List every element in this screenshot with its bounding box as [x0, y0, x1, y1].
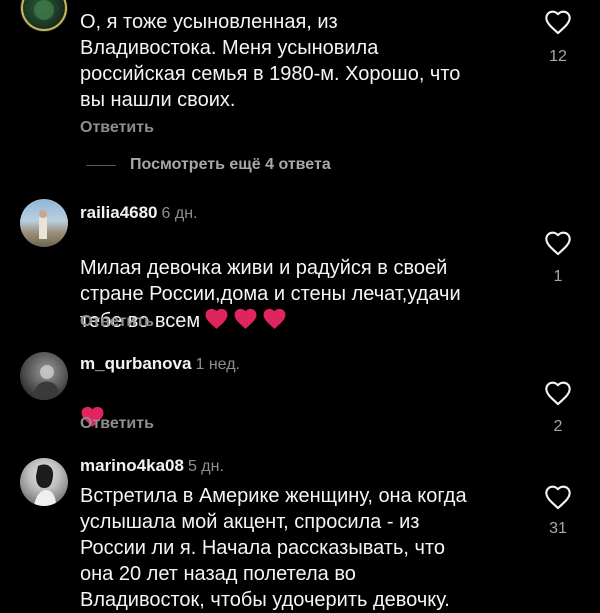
- like-heart-icon[interactable]: [544, 380, 572, 406]
- comment-text: О, я тоже усыновленная, из Владивостока.…: [80, 11, 461, 111]
- like-heart-icon[interactable]: [544, 9, 572, 35]
- reply-button[interactable]: Ответить: [80, 313, 154, 331]
- red-heart-emoji: [234, 308, 257, 329]
- avatar[interactable]: [20, 199, 68, 247]
- avatar[interactable]: [20, 458, 68, 506]
- author-username[interactable]: m_qurbanova: [80, 354, 191, 373]
- reply-button[interactable]: Ответить: [80, 119, 154, 137]
- comment-age: 1 нед.: [195, 356, 240, 373]
- avatar-image: [21, 0, 67, 31]
- like-count: 2: [553, 418, 563, 435]
- view-more-replies[interactable]: Посмотреть ещё 4 ответа: [86, 154, 331, 176]
- avatar-image: [34, 464, 56, 506]
- comment-text: Встретила в Америке женщину, она когда у…: [80, 485, 467, 611]
- red-heart-emoji: [263, 308, 286, 329]
- like-count: 1: [553, 268, 563, 285]
- comment-age: 6 дн.: [161, 205, 198, 222]
- avatar-image: [32, 365, 60, 400]
- like-heart-icon[interactable]: [544, 230, 572, 256]
- author-username[interactable]: railia4680: [80, 203, 158, 222]
- comment-age: 5 дн.: [187, 458, 224, 475]
- divider-line: [86, 164, 116, 166]
- avatar[interactable]: [20, 0, 68, 32]
- like-heart-icon[interactable]: [544, 484, 572, 510]
- avatar-image: [39, 210, 47, 239]
- view-more-replies-label: Посмотреть ещё 4 ответа: [130, 156, 331, 173]
- author-username[interactable]: marino4ka08: [80, 456, 184, 475]
- comment-author[interactable]: m_qurbanova 1 нед.: [80, 354, 240, 374]
- reply-button[interactable]: Ответить: [80, 415, 154, 433]
- red-heart-emoji: [205, 308, 228, 329]
- comment-author[interactable]: marino4ka08 5 дн.: [80, 456, 224, 476]
- like-count: 31: [549, 520, 567, 537]
- comment-author[interactable]: railia4680 6 дн.: [80, 203, 197, 223]
- avatar[interactable]: [20, 352, 68, 400]
- heart-emojis: [200, 308, 287, 332]
- like-count: 12: [549, 48, 567, 65]
